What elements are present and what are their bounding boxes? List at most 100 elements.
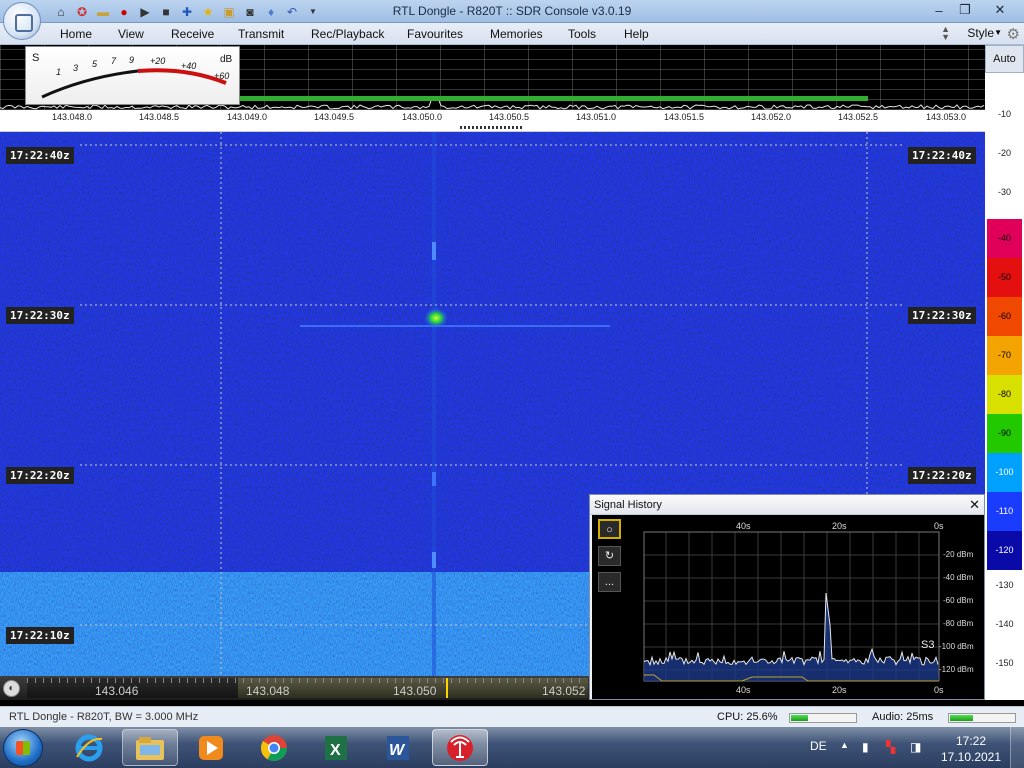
maximize-icon[interactable]: ❐ <box>952 0 978 20</box>
time-label: 0s <box>934 521 944 531</box>
word-icon[interactable]: W <box>370 729 426 766</box>
more-button[interactable]: ... <box>598 572 621 592</box>
tuning-label: 143.052 <box>542 684 586 698</box>
window-title: RTL Dongle - R820T :: SDR Console v3.0.1… <box>392 4 632 18</box>
db-label: -110 <box>995 506 1014 516</box>
device-status: RTL Dongle - R820T, BW = 3.000 MHz <box>9 711 199 723</box>
tab-rec-playback[interactable]: Rec/Playback <box>311 27 384 41</box>
frequency-ruler[interactable]: 143.048.0 143.048.5 143.049.0 143.049.5 … <box>0 110 985 124</box>
tab-tools[interactable]: Tools <box>568 27 596 41</box>
tune-icon[interactable]: ◐ <box>3 680 20 697</box>
db-label: -80 <box>997 389 1011 399</box>
s-meter-scale-plus40: +40 <box>181 61 196 71</box>
db-label: -90 <box>997 428 1011 438</box>
chevron-down-icon[interactable]: ▼ <box>994 28 1002 37</box>
db-label: -30 <box>997 187 1011 197</box>
auto-button[interactable]: Auto <box>985 45 1024 73</box>
db-color-band: -120 <box>987 531 1022 570</box>
dbm-label: -40 dBm <box>943 573 974 582</box>
clock[interactable]: 17:22 17.10.2021 <box>940 733 1002 765</box>
audio-text: Audio: 25ms <box>872 711 934 723</box>
time-label: 20s <box>832 521 847 531</box>
timestamp-label: 17:22:20z <box>6 467 74 484</box>
sdr-console-icon[interactable] <box>432 729 488 766</box>
tuning-label: 143.050 <box>393 684 437 698</box>
tab-home[interactable]: Home <box>60 27 92 41</box>
db-label: -120 <box>995 545 1014 555</box>
loop-icon[interactable]: ↻ <box>598 546 621 566</box>
tab-transmit[interactable]: Transmit <box>238 27 284 41</box>
app-menu-button[interactable] <box>3 2 41 40</box>
show-desktop-button[interactable] <box>1010 727 1024 768</box>
tab-help[interactable]: Help <box>624 27 649 41</box>
dbm-label: -60 dBm <box>943 596 974 605</box>
db-color-band: -60 <box>987 297 1022 336</box>
clock-date: 17.10.2021 <box>940 750 1002 764</box>
audio-meter-fill <box>950 715 974 721</box>
tab-receive[interactable]: Receive <box>171 27 214 41</box>
style-menu[interactable]: Style <box>967 26 994 40</box>
signal-history-titlebar[interactable]: Signal History ✕ <box>590 495 984 515</box>
clock-time: 17:22 <box>955 734 987 748</box>
db-color-band: -90 <box>987 414 1022 453</box>
freq-tick: 143.051.0 <box>575 112 617 122</box>
time-label: 0s <box>934 685 944 695</box>
show-hidden-icons-icon[interactable]: ▲ <box>840 740 849 750</box>
db-color-band: -100 <box>987 453 1022 492</box>
svg-text:X: X <box>330 742 341 759</box>
file-explorer-icon[interactable] <box>122 729 178 766</box>
s-meter-scale-5: 5 <box>92 59 98 69</box>
freq-tick: 143.053.0 <box>925 112 967 122</box>
power-icon[interactable]: ▮ <box>862 740 869 754</box>
updown-arrows-icon[interactable]: ▲ ▼ <box>941 25 950 42</box>
signal-history-panel: Signal History ✕ 40s 20s 0s 40s 20s 0s -… <box>589 494 985 700</box>
cpu-meter <box>789 713 857 723</box>
ribbon-tabs: Home View Receive Transmit Rec/Playback … <box>0 23 1024 45</box>
internet-explorer-icon[interactable] <box>61 729 117 766</box>
close-icon[interactable]: ✕ <box>978 0 1022 20</box>
tuning-ticks <box>27 678 587 683</box>
freq-tick: 143.052.0 <box>750 112 792 122</box>
status-bar: RTL Dongle - R820T, BW = 3.000 MHz CPU: … <box>0 706 1024 727</box>
excel-icon[interactable]: X <box>308 729 364 766</box>
tuning-marker[interactable] <box>446 678 448 698</box>
minimize-icon[interactable]: – <box>926 0 952 20</box>
title-bar: ⌂ ✪ ▬ ● ▶ ■ ✚ ★ ▣ ◙ ♦ ↶ ▼ RTL Dongle - R… <box>0 0 1024 23</box>
gear-icon[interactable]: ⚙ <box>1007 25 1020 43</box>
s-meter-scale-plus60: +60 <box>214 71 229 81</box>
tuning-label: 143.048 <box>246 684 290 698</box>
tab-view[interactable]: View <box>118 27 144 41</box>
dbm-label: -100 dBm <box>939 642 974 651</box>
time-label: 40s <box>736 521 751 531</box>
dbm-label: -20 dBm <box>943 550 974 559</box>
taskbar: X W DE ▲ ▮ ▚ ◨ 17:22 17.10.2021 <box>0 727 1024 768</box>
signal-history-title: Signal History <box>594 499 662 511</box>
freq-tick: 143.048.5 <box>138 112 180 122</box>
start-button[interactable] <box>3 729 43 767</box>
db-color-band: -80 <box>987 375 1022 414</box>
cpu-text: CPU: 25.6% <box>717 711 778 723</box>
timestamp-label: 17:22:30z <box>6 307 74 324</box>
record-circle-icon[interactable]: ○ <box>598 519 621 539</box>
tab-favourites[interactable]: Favourites <box>407 27 463 41</box>
freq-tick: 143.050.0 <box>401 112 443 122</box>
db-label: -40 <box>997 233 1011 243</box>
media-player-icon[interactable] <box>183 729 239 766</box>
close-icon[interactable]: ✕ <box>969 497 980 513</box>
time-label: 20s <box>832 685 847 695</box>
freq-tick: 143.049.0 <box>226 112 268 122</box>
s-meter: S dB 1 3 5 7 9 +20 +40 +60 <box>25 46 240 105</box>
freq-tick: 143.052.5 <box>837 112 879 122</box>
s-meter-scale-7: 7 <box>111 56 117 66</box>
signal-history-plot: 40s 20s 0s 40s 20s 0s -20 dBm -40 dBm -6… <box>592 515 984 699</box>
network-icon[interactable]: ▚ <box>886 740 895 754</box>
timestamp-label: 17:22:20z <box>908 467 976 484</box>
dbm-label: -80 dBm <box>943 619 974 628</box>
db-color-band: -40 <box>987 219 1022 258</box>
freq-tick: 143.051.5 <box>663 112 705 122</box>
language-indicator[interactable]: DE <box>810 739 827 753</box>
volume-icon[interactable]: ◨ <box>910 740 921 754</box>
splitter-grip[interactable] <box>460 126 524 129</box>
chrome-icon[interactable] <box>246 729 302 766</box>
tab-memories[interactable]: Memories <box>490 27 543 41</box>
